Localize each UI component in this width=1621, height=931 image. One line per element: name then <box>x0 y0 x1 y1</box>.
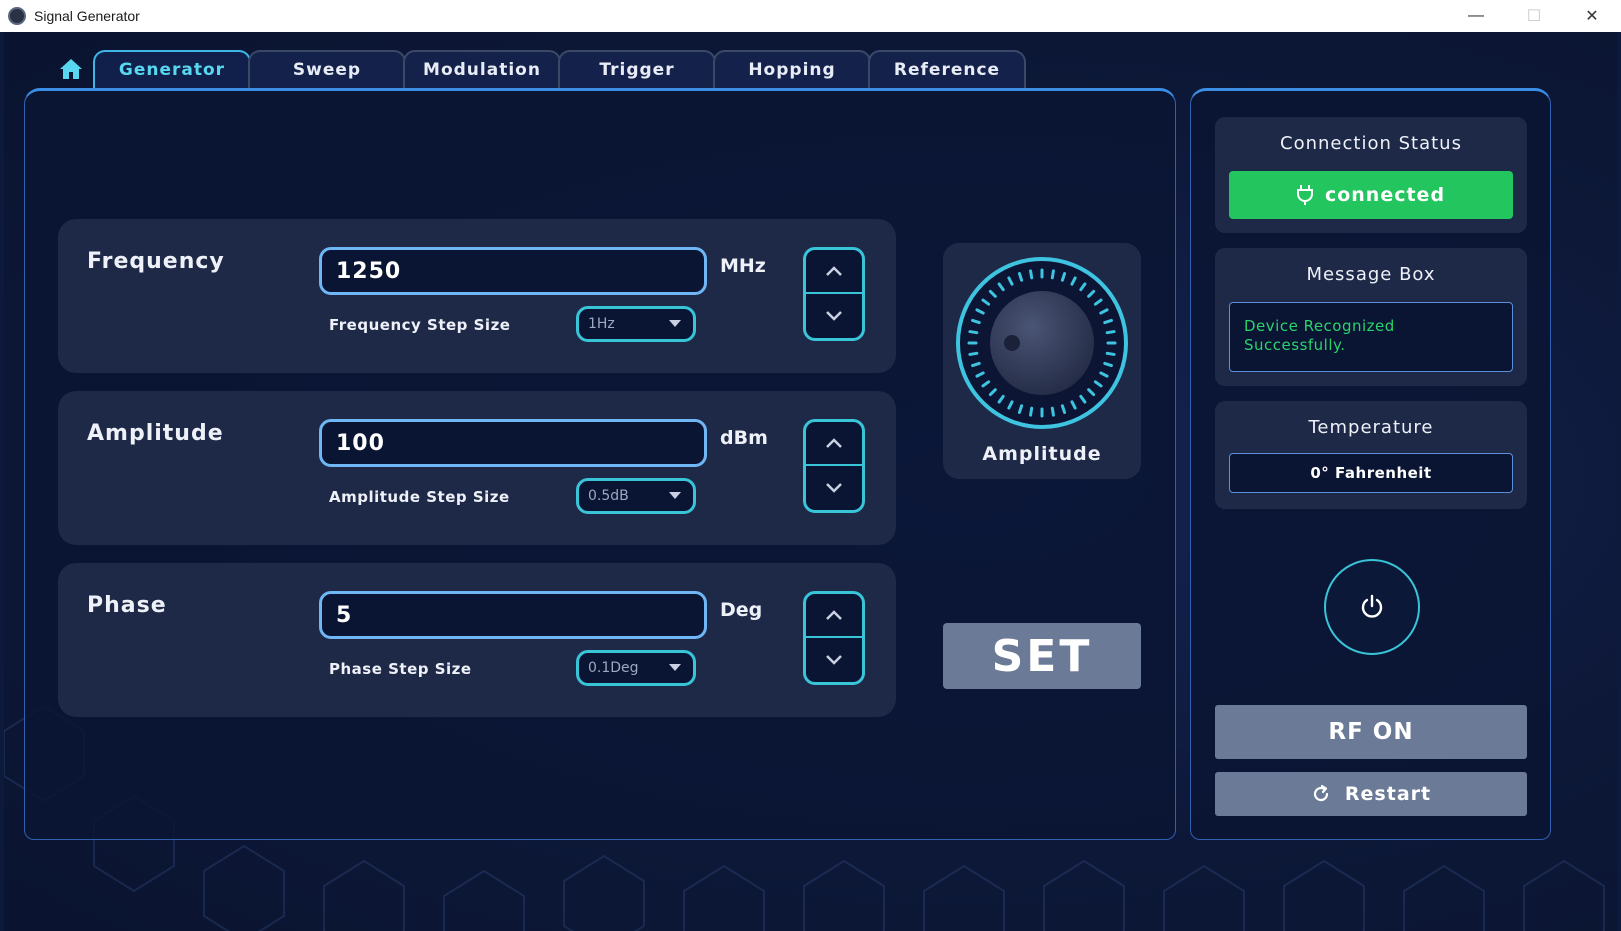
phase-unit: Deg <box>720 599 763 621</box>
frequency-step-select[interactable]: 1Hz <box>576 306 696 342</box>
knob-label: Amplitude <box>982 443 1102 465</box>
frequency-decrement-button[interactable] <box>806 294 862 338</box>
status-panel: Connection Status connected Message Box … <box>1190 88 1551 840</box>
temperature-title: Temperature <box>1308 417 1434 438</box>
minimize-button[interactable]: — <box>1447 0 1505 32</box>
knob-tick <box>968 330 979 335</box>
amplitude-knob[interactable] <box>943 243 1141 443</box>
connection-status-text: connected <box>1324 184 1446 206</box>
amplitude-unit: dBm <box>720 427 768 449</box>
chevron-up-icon <box>826 266 842 276</box>
maximize-button[interactable]: ☐ <box>1505 0 1563 32</box>
phase-increment-button[interactable] <box>806 594 862 638</box>
title-bar: Signal Generator — ☐ ✕ <box>0 0 1621 32</box>
chevron-up-icon <box>826 438 842 448</box>
power-button[interactable] <box>1324 559 1420 655</box>
app-icon <box>8 7 26 25</box>
dropdown-caret-icon <box>669 320 681 327</box>
amplitude-step-select[interactable]: 0.5dB <box>576 478 696 514</box>
chevron-down-icon <box>826 655 842 665</box>
amplitude-knob-card: Amplitude <box>943 243 1141 479</box>
amplitude-increment-button[interactable] <box>806 422 862 466</box>
amplitude-step-value: 0.5dB <box>588 488 629 504</box>
set-button[interactable]: SET <box>943 623 1141 689</box>
phase-input[interactable]: 5 <box>319 591 707 639</box>
amplitude-input[interactable]: 100 <box>319 419 707 467</box>
knob-tick <box>1017 404 1024 414</box>
tab-bar: Generator Sweep Modulation Trigger Hoppi… <box>49 50 1026 88</box>
connection-card: Connection Status connected <box>1215 117 1527 233</box>
frequency-step-label: Frequency Step Size <box>329 316 511 334</box>
frequency-step-value: 1Hz <box>588 316 615 332</box>
plug-icon <box>1296 185 1313 205</box>
connection-status-badge: connected <box>1229 171 1513 219</box>
knob-tick <box>1060 272 1067 282</box>
tab-modulation[interactable]: Modulation <box>403 50 561 88</box>
message-box: Device Recognized Successfully. <box>1229 302 1513 372</box>
message-title: Message Box <box>1306 264 1436 285</box>
restart-label: Restart <box>1344 783 1432 805</box>
frequency-title: Frequency <box>87 249 225 274</box>
frequency-stepper <box>803 247 865 341</box>
generator-panel: Frequency 1250 MHz Frequency Step Size 1… <box>24 88 1176 840</box>
tab-trigger[interactable]: Trigger <box>558 50 716 88</box>
knob-tick <box>1103 361 1113 368</box>
phase-step-label: Phase Step Size <box>329 660 472 678</box>
amplitude-title: Amplitude <box>87 421 224 446</box>
amplitude-card: Amplitude 100 dBm Amplitude Step Size 0.… <box>58 391 896 545</box>
chevron-down-icon <box>826 311 842 321</box>
rf-on-button[interactable]: RF ON <box>1215 705 1527 759</box>
tab-reference[interactable]: Reference <box>868 50 1026 88</box>
knob-tick <box>1050 269 1055 280</box>
close-button[interactable]: ✕ <box>1563 0 1621 32</box>
frequency-input[interactable]: 1250 <box>319 247 707 295</box>
phase-stepper <box>803 591 865 685</box>
tab-sweep[interactable]: Sweep <box>248 50 406 88</box>
message-card: Message Box Device Recognized Successful… <box>1215 248 1527 386</box>
phase-title: Phase <box>87 593 167 618</box>
restart-icon <box>1313 784 1329 802</box>
window-title: Signal Generator <box>34 8 140 24</box>
knob-tick <box>1029 406 1034 417</box>
knob-tick <box>1105 351 1116 356</box>
amplitude-decrement-button[interactable] <box>806 466 862 510</box>
dropdown-caret-icon <box>669 664 681 671</box>
restart-button[interactable]: Restart <box>1215 772 1527 816</box>
chevron-down-icon <box>826 483 842 493</box>
knob-tick <box>971 361 981 368</box>
dropdown-caret-icon <box>669 492 681 499</box>
knob-tick <box>1060 404 1067 414</box>
app-window: Generator Sweep Modulation Trigger Hoppi… <box>4 32 1617 931</box>
knob-tick <box>1029 269 1034 280</box>
amplitude-step-label: Amplitude Step Size <box>329 488 510 506</box>
knob-tick <box>968 351 979 356</box>
tab-generator[interactable]: Generator <box>93 50 251 88</box>
tab-hopping[interactable]: Hopping <box>713 50 871 88</box>
knob-tick <box>1017 272 1024 282</box>
knob-tick <box>971 318 981 325</box>
window-controls: — ☐ ✕ <box>1447 0 1621 32</box>
knob-tick <box>1103 318 1113 325</box>
frequency-card: Frequency 1250 MHz Frequency Step Size 1… <box>58 219 896 373</box>
chevron-up-icon <box>826 610 842 620</box>
home-icon[interactable] <box>49 50 93 88</box>
knob-tick <box>1050 406 1055 417</box>
phase-step-value: 0.1Deg <box>588 660 639 676</box>
temperature-card: Temperature 0° Fahrenheit <box>1215 401 1527 509</box>
frequency-unit: MHz <box>720 255 766 277</box>
phase-step-select[interactable]: 0.1Deg <box>576 650 696 686</box>
phase-card: Phase 5 Deg Phase Step Size 0.1Deg <box>58 563 896 717</box>
frequency-increment-button[interactable] <box>806 250 862 294</box>
connection-title: Connection Status <box>1280 133 1462 154</box>
phase-decrement-button[interactable] <box>806 638 862 682</box>
amplitude-stepper <box>803 419 865 513</box>
temperature-value: 0° Fahrenheit <box>1229 453 1513 493</box>
knob-tick <box>1105 330 1116 335</box>
power-icon <box>1361 594 1383 618</box>
